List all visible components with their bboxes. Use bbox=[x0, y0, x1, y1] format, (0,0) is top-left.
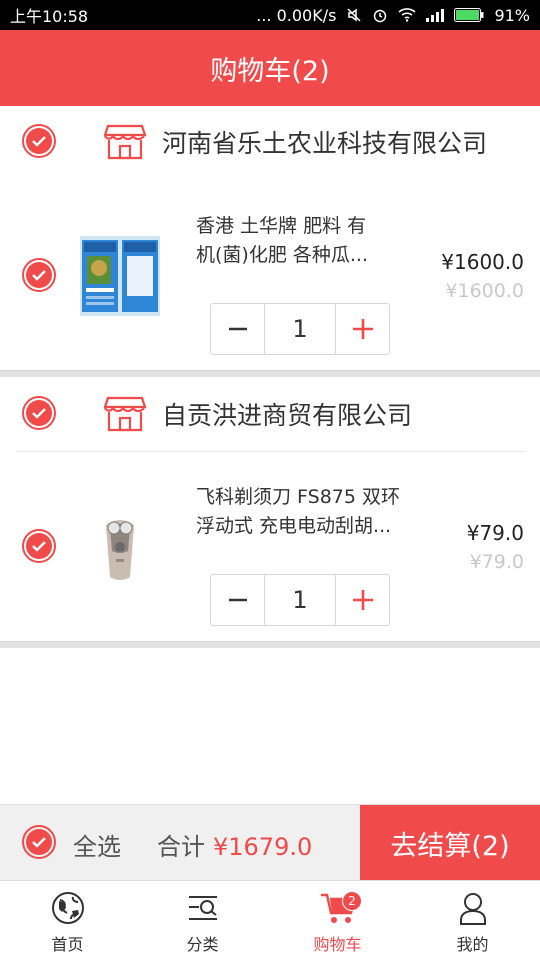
mute-icon bbox=[346, 7, 362, 23]
plus-icon bbox=[352, 319, 373, 339]
check-icon bbox=[26, 533, 52, 559]
shop-checkbox[interactable] bbox=[22, 396, 56, 430]
battery-icon bbox=[454, 8, 484, 22]
product-image-fertilizer[interactable] bbox=[80, 236, 160, 316]
increase-button[interactable] bbox=[335, 304, 389, 354]
product-image-shaver[interactable] bbox=[80, 507, 160, 587]
product-original-price: ¥79.0 bbox=[469, 551, 524, 573]
checkout-button[interactable]: 去结算(2) bbox=[360, 805, 540, 881]
section-divider bbox=[0, 370, 540, 377]
check-icon bbox=[26, 128, 52, 154]
section-divider bbox=[0, 641, 540, 648]
product-original-price: ¥1600.0 bbox=[445, 280, 524, 302]
tab-label: 购物车 bbox=[313, 935, 362, 954]
status-time: 上午10:58 bbox=[10, 7, 89, 26]
select-all-label[interactable]: 全选 bbox=[73, 827, 121, 862]
product-title-line: 香港 土华牌 肥料 有 bbox=[196, 215, 367, 237]
category-search-icon bbox=[186, 891, 220, 929]
wifi-icon bbox=[398, 8, 416, 22]
shop-row: 自贡洪进商贸有限公司 bbox=[0, 378, 540, 448]
tab-home[interactable]: 首页 bbox=[0, 881, 135, 960]
tab-label: 分类 bbox=[186, 935, 219, 954]
home-globe-icon bbox=[51, 891, 85, 929]
page-header: 购物车(2) bbox=[0, 30, 540, 106]
quantity-stepper: 1 bbox=[210, 574, 390, 626]
check-icon bbox=[26, 262, 52, 288]
store-icon bbox=[103, 122, 147, 164]
shop-name[interactable]: 河南省乐土农业科技有限公司 bbox=[162, 124, 487, 160]
decrease-button[interactable] bbox=[211, 304, 265, 354]
status-bar: 上午10:58 ... 0.00K/s 91% bbox=[0, 0, 540, 30]
minus-icon bbox=[228, 327, 247, 331]
signal-icon bbox=[426, 8, 445, 22]
quantity-value[interactable]: 1 bbox=[265, 304, 335, 354]
network-speed: ... 0.00K/s bbox=[256, 5, 337, 25]
user-icon bbox=[456, 891, 490, 929]
product-price: ¥79.0 bbox=[466, 521, 524, 545]
tab-cart[interactable]: 2 购物车 bbox=[270, 881, 405, 960]
cart-badge: 2 bbox=[342, 891, 362, 911]
bottom-tab-bar: 首页 分类 2 购物车 我的 bbox=[0, 880, 540, 960]
product-title-line: 浮动式 充电电动刮胡... bbox=[196, 515, 392, 537]
total: 合计 ¥1679.0 bbox=[157, 827, 312, 862]
item-checkbox[interactable] bbox=[22, 258, 56, 292]
product-title[interactable]: 香港 土华牌 肥料 有 机(菌)化肥 各种瓜... bbox=[196, 212, 401, 270]
alarm-icon bbox=[372, 7, 388, 23]
battery-level: 91% bbox=[494, 5, 530, 25]
quantity-stepper: 1 bbox=[210, 303, 390, 355]
tab-label: 首页 bbox=[51, 935, 84, 954]
store-icon bbox=[103, 394, 147, 436]
product-price: ¥1600.0 bbox=[441, 250, 524, 274]
shop-checkbox[interactable] bbox=[22, 124, 56, 158]
tab-category[interactable]: 分类 bbox=[135, 881, 270, 960]
shop-name[interactable]: 自贡洪进商贸有限公司 bbox=[162, 396, 412, 432]
minus-icon bbox=[228, 598, 247, 602]
page-title: 购物车(2) bbox=[210, 55, 330, 87]
row-divider bbox=[16, 451, 526, 452]
product-title-line: 机(菌)化肥 各种瓜... bbox=[196, 244, 368, 266]
check-icon bbox=[26, 400, 52, 426]
decrease-button[interactable] bbox=[211, 575, 265, 625]
increase-button[interactable] bbox=[335, 575, 389, 625]
tab-profile[interactable]: 我的 bbox=[405, 881, 540, 960]
checkout-bar: 全选 合计 ¥1679.0 去结算(2) bbox=[0, 804, 540, 881]
product-title-line: 飞科剃须刀 FS875 双环 bbox=[196, 486, 400, 508]
status-icons: ... 0.00K/s 91% bbox=[256, 6, 530, 25]
plus-icon bbox=[352, 590, 373, 610]
total-label: 合计 bbox=[157, 833, 205, 861]
tab-label: 我的 bbox=[456, 935, 489, 954]
check-icon bbox=[26, 829, 52, 855]
product-title[interactable]: 飞科剃须刀 FS875 双环 浮动式 充电电动刮胡... bbox=[196, 483, 401, 541]
select-all-checkbox[interactable] bbox=[22, 825, 56, 859]
quantity-value[interactable]: 1 bbox=[265, 575, 335, 625]
shop-row: 河南省乐土农业科技有限公司 bbox=[0, 106, 540, 176]
total-amount: ¥1679.0 bbox=[213, 833, 313, 861]
item-checkbox[interactable] bbox=[22, 529, 56, 563]
